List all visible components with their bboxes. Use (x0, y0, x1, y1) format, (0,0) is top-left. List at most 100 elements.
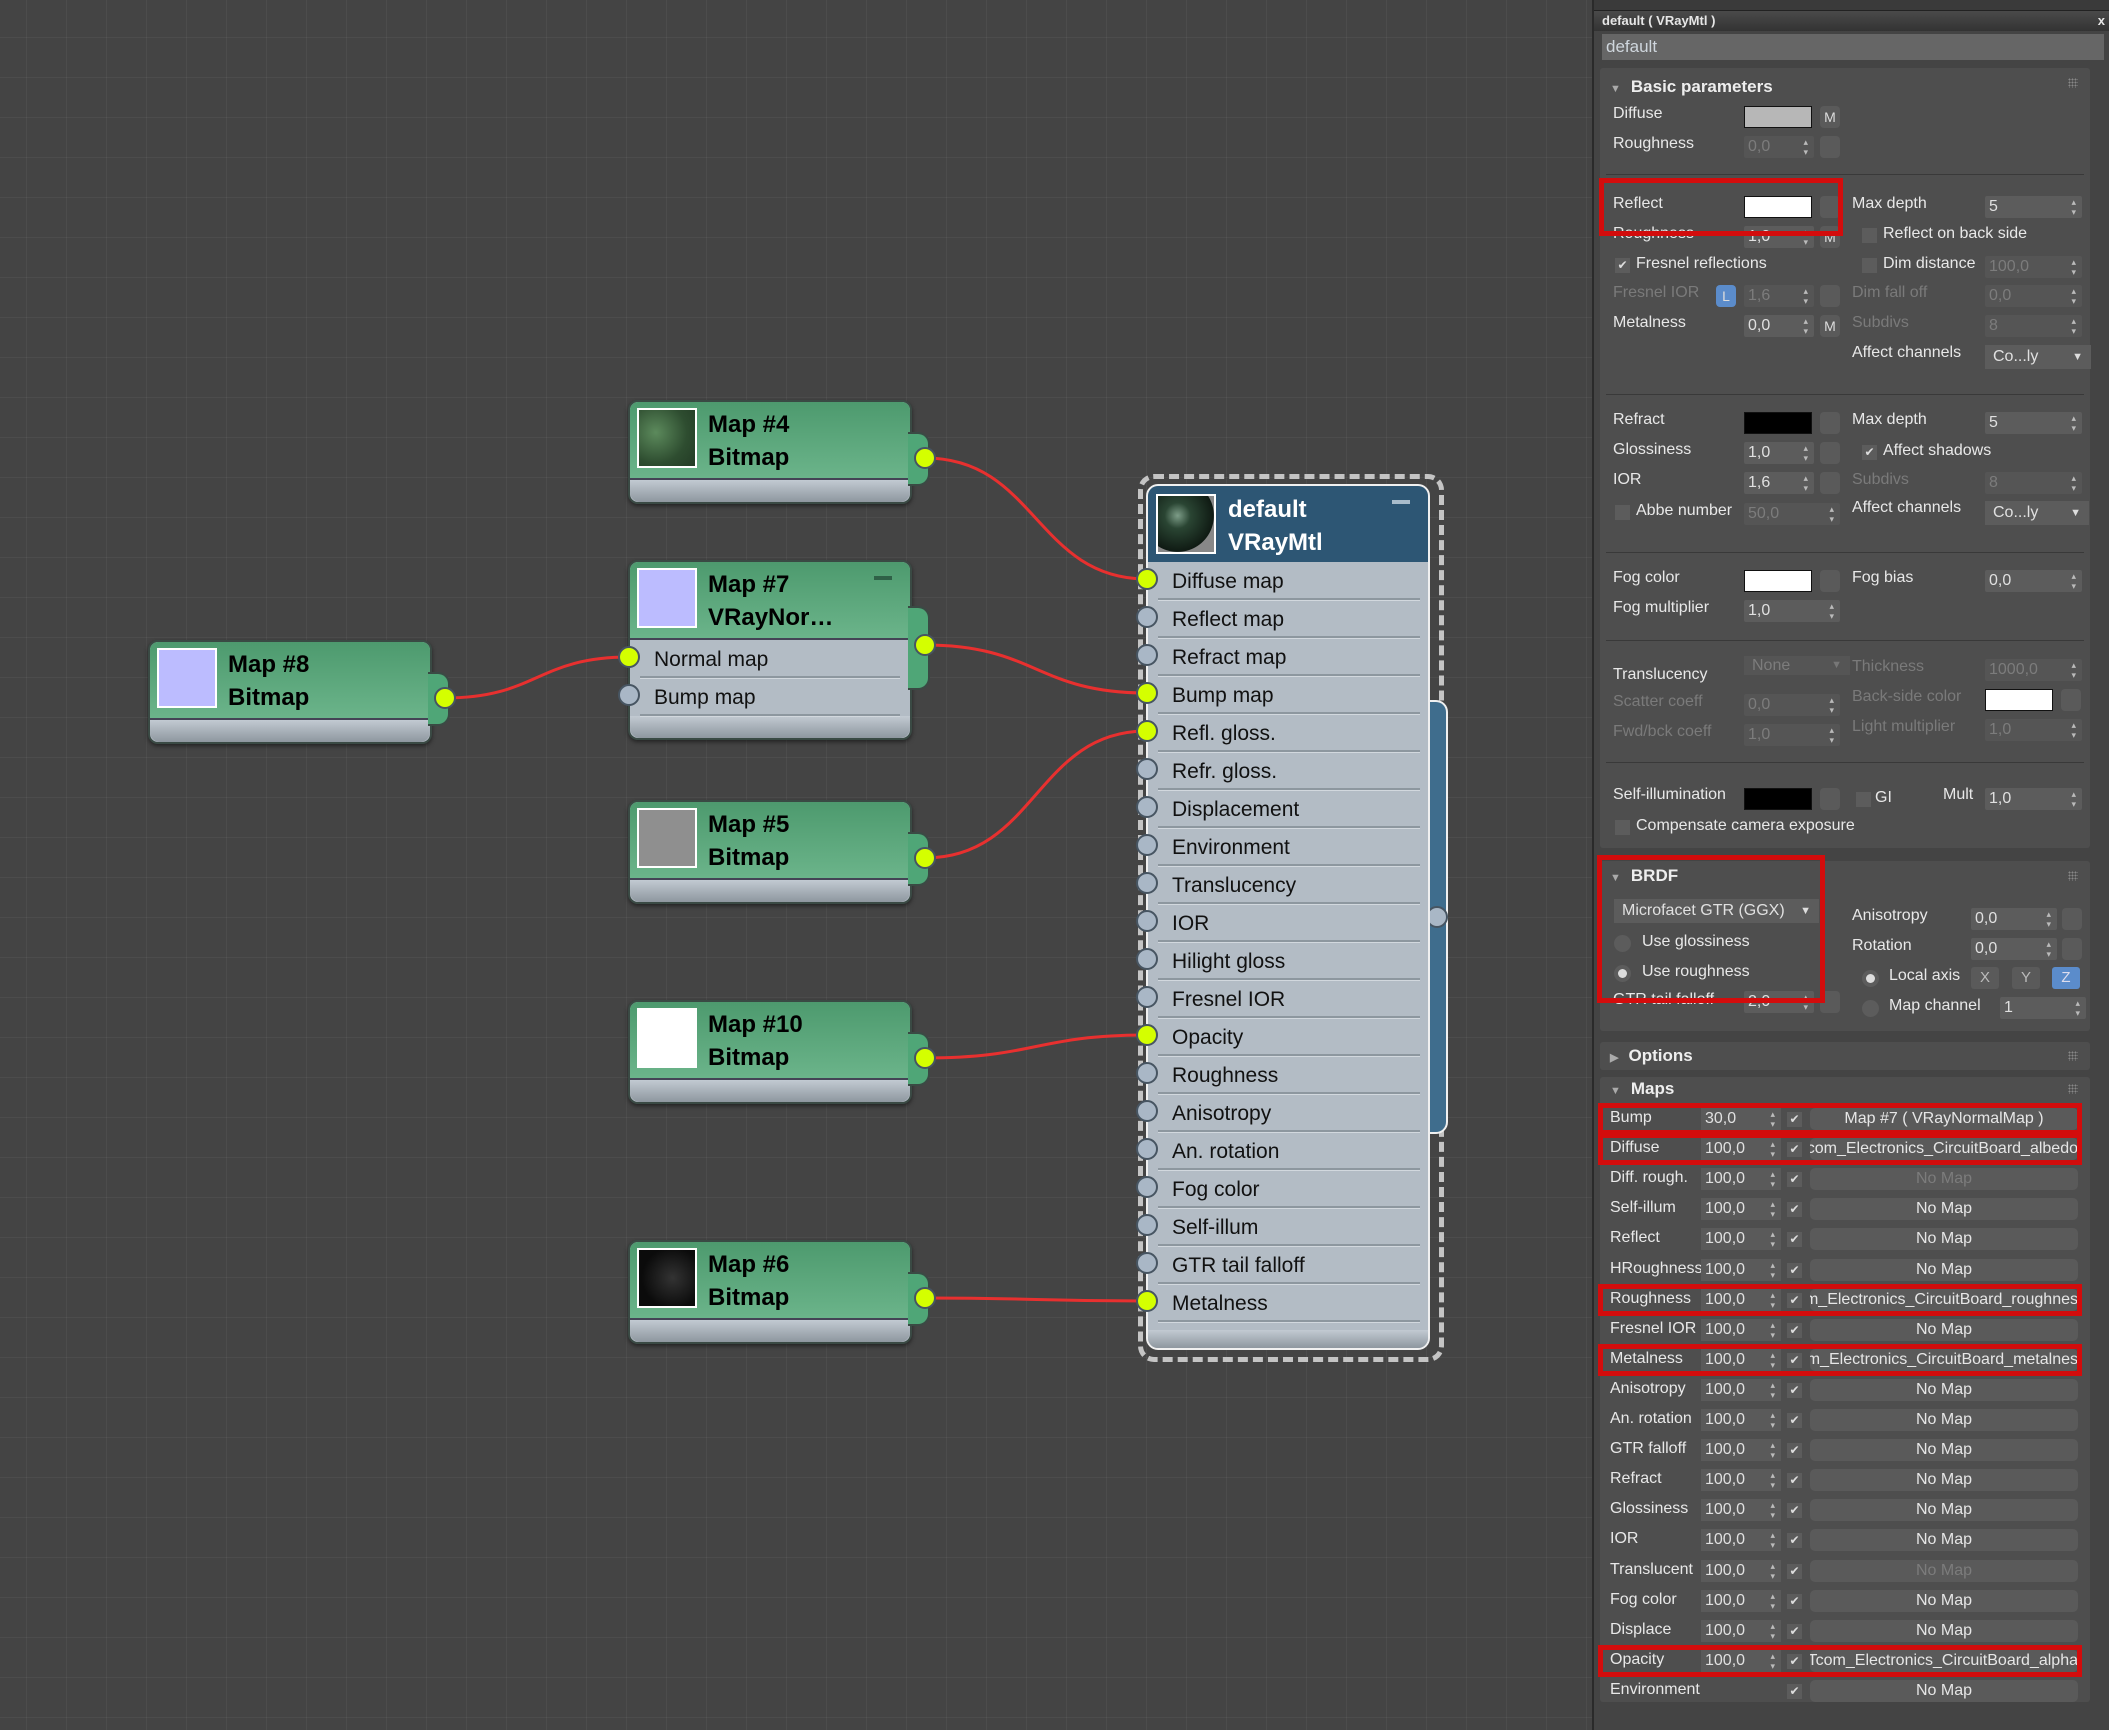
wire-map5[interactable] (924, 729, 1148, 860)
roughness-spinner[interactable]: 0,0 (1744, 136, 1814, 158)
input-slot-environment[interactable]: Environment (1136, 828, 1420, 866)
rotation-spinner[interactable]: 0,0 (1971, 938, 2057, 960)
thickness-spinner[interactable]: 1000,0 (1985, 659, 2082, 681)
node-editor-canvas[interactable]: Map #4 Bitmap Map #7 VRayNor… Normal map… (0, 0, 1592, 1730)
backside-color-swatch[interactable] (1985, 689, 2053, 711)
output-socket[interactable] (914, 847, 936, 869)
axis-y-button[interactable]: Y (2012, 967, 2040, 989)
glossiness-spinner[interactable]: 1,0 (1744, 442, 1814, 464)
gtr-map-button[interactable] (1820, 991, 1840, 1013)
map-amount-spinner[interactable]: 100,0 (1701, 1499, 1781, 1522)
node-header[interactable]: Map #7 VRayNor… (630, 562, 910, 640)
input-slot-opacity[interactable]: Opacity (1136, 1018, 1420, 1056)
map-slot-button[interactable]: No Map (1810, 1378, 2078, 1401)
map-enabled-checkbox[interactable]: ✔ (1787, 1503, 1802, 1519)
map-enabled-checkbox[interactable]: ✔ (1787, 1683, 1802, 1699)
fog-color-map-button[interactable] (1820, 570, 1840, 592)
map-channel-radio[interactable] (1862, 1000, 1879, 1017)
map-slot-button[interactable]: No Map (1810, 1168, 2078, 1191)
map-enabled-checkbox[interactable]: ✔ (1787, 1623, 1802, 1639)
input-slot-bump-map[interactable]: Bump map (618, 678, 900, 716)
input-socket[interactable] (1136, 1062, 1158, 1084)
node-map6[interactable]: Map #6 Bitmap (628, 1240, 936, 1344)
subdivs-spinner[interactable]: 8 (1985, 315, 2082, 337)
map-slot-button[interactable]: No Map (1810, 1559, 2078, 1582)
map-slot-button[interactable]: om_Electronics_CircuitBoard_roughnes (1810, 1288, 2078, 1311)
drag-grip-icon[interactable] (2068, 1051, 2078, 1061)
map-amount-spinner[interactable]: 100,0 (1701, 1138, 1781, 1161)
map-channel-spinner[interactable]: 1 (2000, 997, 2086, 1019)
node-header[interactable]: Map #8 Bitmap (150, 642, 430, 720)
wire-map10[interactable] (924, 1033, 1148, 1060)
map-amount-spinner[interactable]: 100,0 (1701, 1619, 1781, 1642)
map-enabled-checkbox[interactable]: ✔ (1787, 1112, 1802, 1127)
fog-bias-spinner[interactable]: 0,0 (1985, 570, 2082, 592)
close-icon[interactable]: x (2098, 11, 2105, 31)
map-amount-spinner[interactable]: 100,0 (1701, 1589, 1781, 1612)
map-enabled-checkbox[interactable]: ✔ (1787, 1533, 1802, 1549)
fresnel-checkbox[interactable]: ✔ (1615, 258, 1630, 273)
input-slot-displacement[interactable]: Displacement (1136, 790, 1420, 828)
fog-multiplier-spinner[interactable]: 1,0 (1744, 600, 1840, 622)
diffuse-color-swatch[interactable] (1744, 106, 1812, 128)
map-slot-button[interactable]: No Map (1810, 1439, 2078, 1462)
output-socket[interactable] (914, 1047, 936, 1069)
map-enabled-checkbox[interactable]: ✔ (1787, 1322, 1802, 1338)
output-socket[interactable] (914, 447, 936, 469)
reflect-back-side-checkbox[interactable] (1862, 228, 1877, 243)
input-socket[interactable] (1136, 1252, 1158, 1274)
diffuse-map-button[interactable]: M (1820, 106, 1840, 128)
input-slot-fog-color[interactable]: Fog color (1136, 1170, 1420, 1208)
map-slot-button[interactable]: Tcom_Electronics_CircuitBoard_alpha_ (1810, 1649, 2078, 1672)
map-enabled-checkbox[interactable]: ✔ (1787, 1473, 1802, 1489)
rollout-options[interactable]: ▶ Options (1600, 1042, 2090, 1070)
self-illumination-color-swatch[interactable] (1744, 788, 1812, 810)
input-slot-fresnel-ior[interactable]: Fresnel IOR (1136, 980, 1420, 1018)
map-amount-spinner[interactable]: 100,0 (1701, 1168, 1781, 1191)
metalness-map-button[interactable]: M (1820, 315, 1840, 337)
input-slot-gtr-tail-falloff[interactable]: GTR tail falloff (1136, 1246, 1420, 1284)
map-amount-spinner[interactable]: 100,0 (1701, 1318, 1781, 1341)
map-amount-spinner[interactable]: 100,0 (1701, 1348, 1781, 1371)
input-socket[interactable] (1136, 606, 1158, 628)
input-socket[interactable] (1136, 682, 1158, 704)
ior-map-button[interactable] (1820, 472, 1840, 494)
self-illumination-map-button[interactable] (1820, 788, 1840, 810)
light-multiplier-spinner[interactable]: 1,0 (1985, 719, 2082, 741)
input-slot-diffuse-map[interactable]: Diffuse map (1136, 562, 1420, 600)
node-map5[interactable]: Map #5 Bitmap (628, 800, 936, 904)
fwd-bck-coeff-spinner[interactable]: 1,0 (1744, 724, 1840, 746)
fresnel-ior-map-button[interactable] (1820, 285, 1840, 307)
map-slot-button[interactable]: No Map (1810, 1469, 2078, 1492)
map-enabled-checkbox[interactable]: ✔ (1787, 1653, 1802, 1669)
map-amount-spinner[interactable]: 100,0 (1701, 1258, 1781, 1281)
node-map7[interactable]: Map #7 VRayNor… Normal map Bump map (618, 560, 936, 740)
refract-map-button[interactable] (1820, 412, 1840, 434)
refract-color-swatch[interactable] (1744, 412, 1812, 434)
gi-checkbox[interactable] (1856, 792, 1871, 807)
use-glossiness-radio[interactable] (1614, 935, 1631, 952)
node-header[interactable]: Map #6 Bitmap (630, 1242, 910, 1320)
compensate-exposure-checkbox[interactable] (1615, 820, 1630, 835)
refl-roughness-map-button[interactable]: M (1820, 226, 1840, 248)
input-slot-roughness[interactable]: Roughness (1136, 1056, 1420, 1094)
drag-grip-icon[interactable] (2068, 871, 2078, 881)
map-slot-button[interactable]: No Map (1810, 1258, 2078, 1281)
map-amount-spinner[interactable]: 30,0 (1701, 1108, 1781, 1130)
map-enabled-checkbox[interactable]: ✔ (1787, 1352, 1802, 1368)
anisotropy-spinner[interactable]: 0,0 (1971, 908, 2057, 930)
input-socket[interactable] (1136, 834, 1158, 856)
rotation-map-button[interactable] (2062, 938, 2082, 960)
refl-roughness-spinner[interactable]: 1,0 (1744, 226, 1814, 248)
node-header[interactable]: Map #10 Bitmap (630, 1002, 910, 1080)
abbe-spinner[interactable]: 50,0 (1744, 503, 1840, 525)
input-slot-hilight-gloss[interactable]: Hilight gloss (1136, 942, 1420, 980)
map-amount-spinner[interactable]: 100,0 (1701, 1469, 1781, 1492)
axis-x-button[interactable]: X (1971, 967, 1999, 989)
map-enabled-checkbox[interactable]: ✔ (1787, 1292, 1802, 1308)
reflect-map-button[interactable] (1820, 196, 1840, 218)
input-socket[interactable] (1136, 872, 1158, 894)
reflect-color-swatch[interactable] (1744, 196, 1812, 218)
refr-max-depth-spinner[interactable]: 5 (1985, 412, 2082, 434)
output-socket[interactable] (914, 634, 936, 656)
